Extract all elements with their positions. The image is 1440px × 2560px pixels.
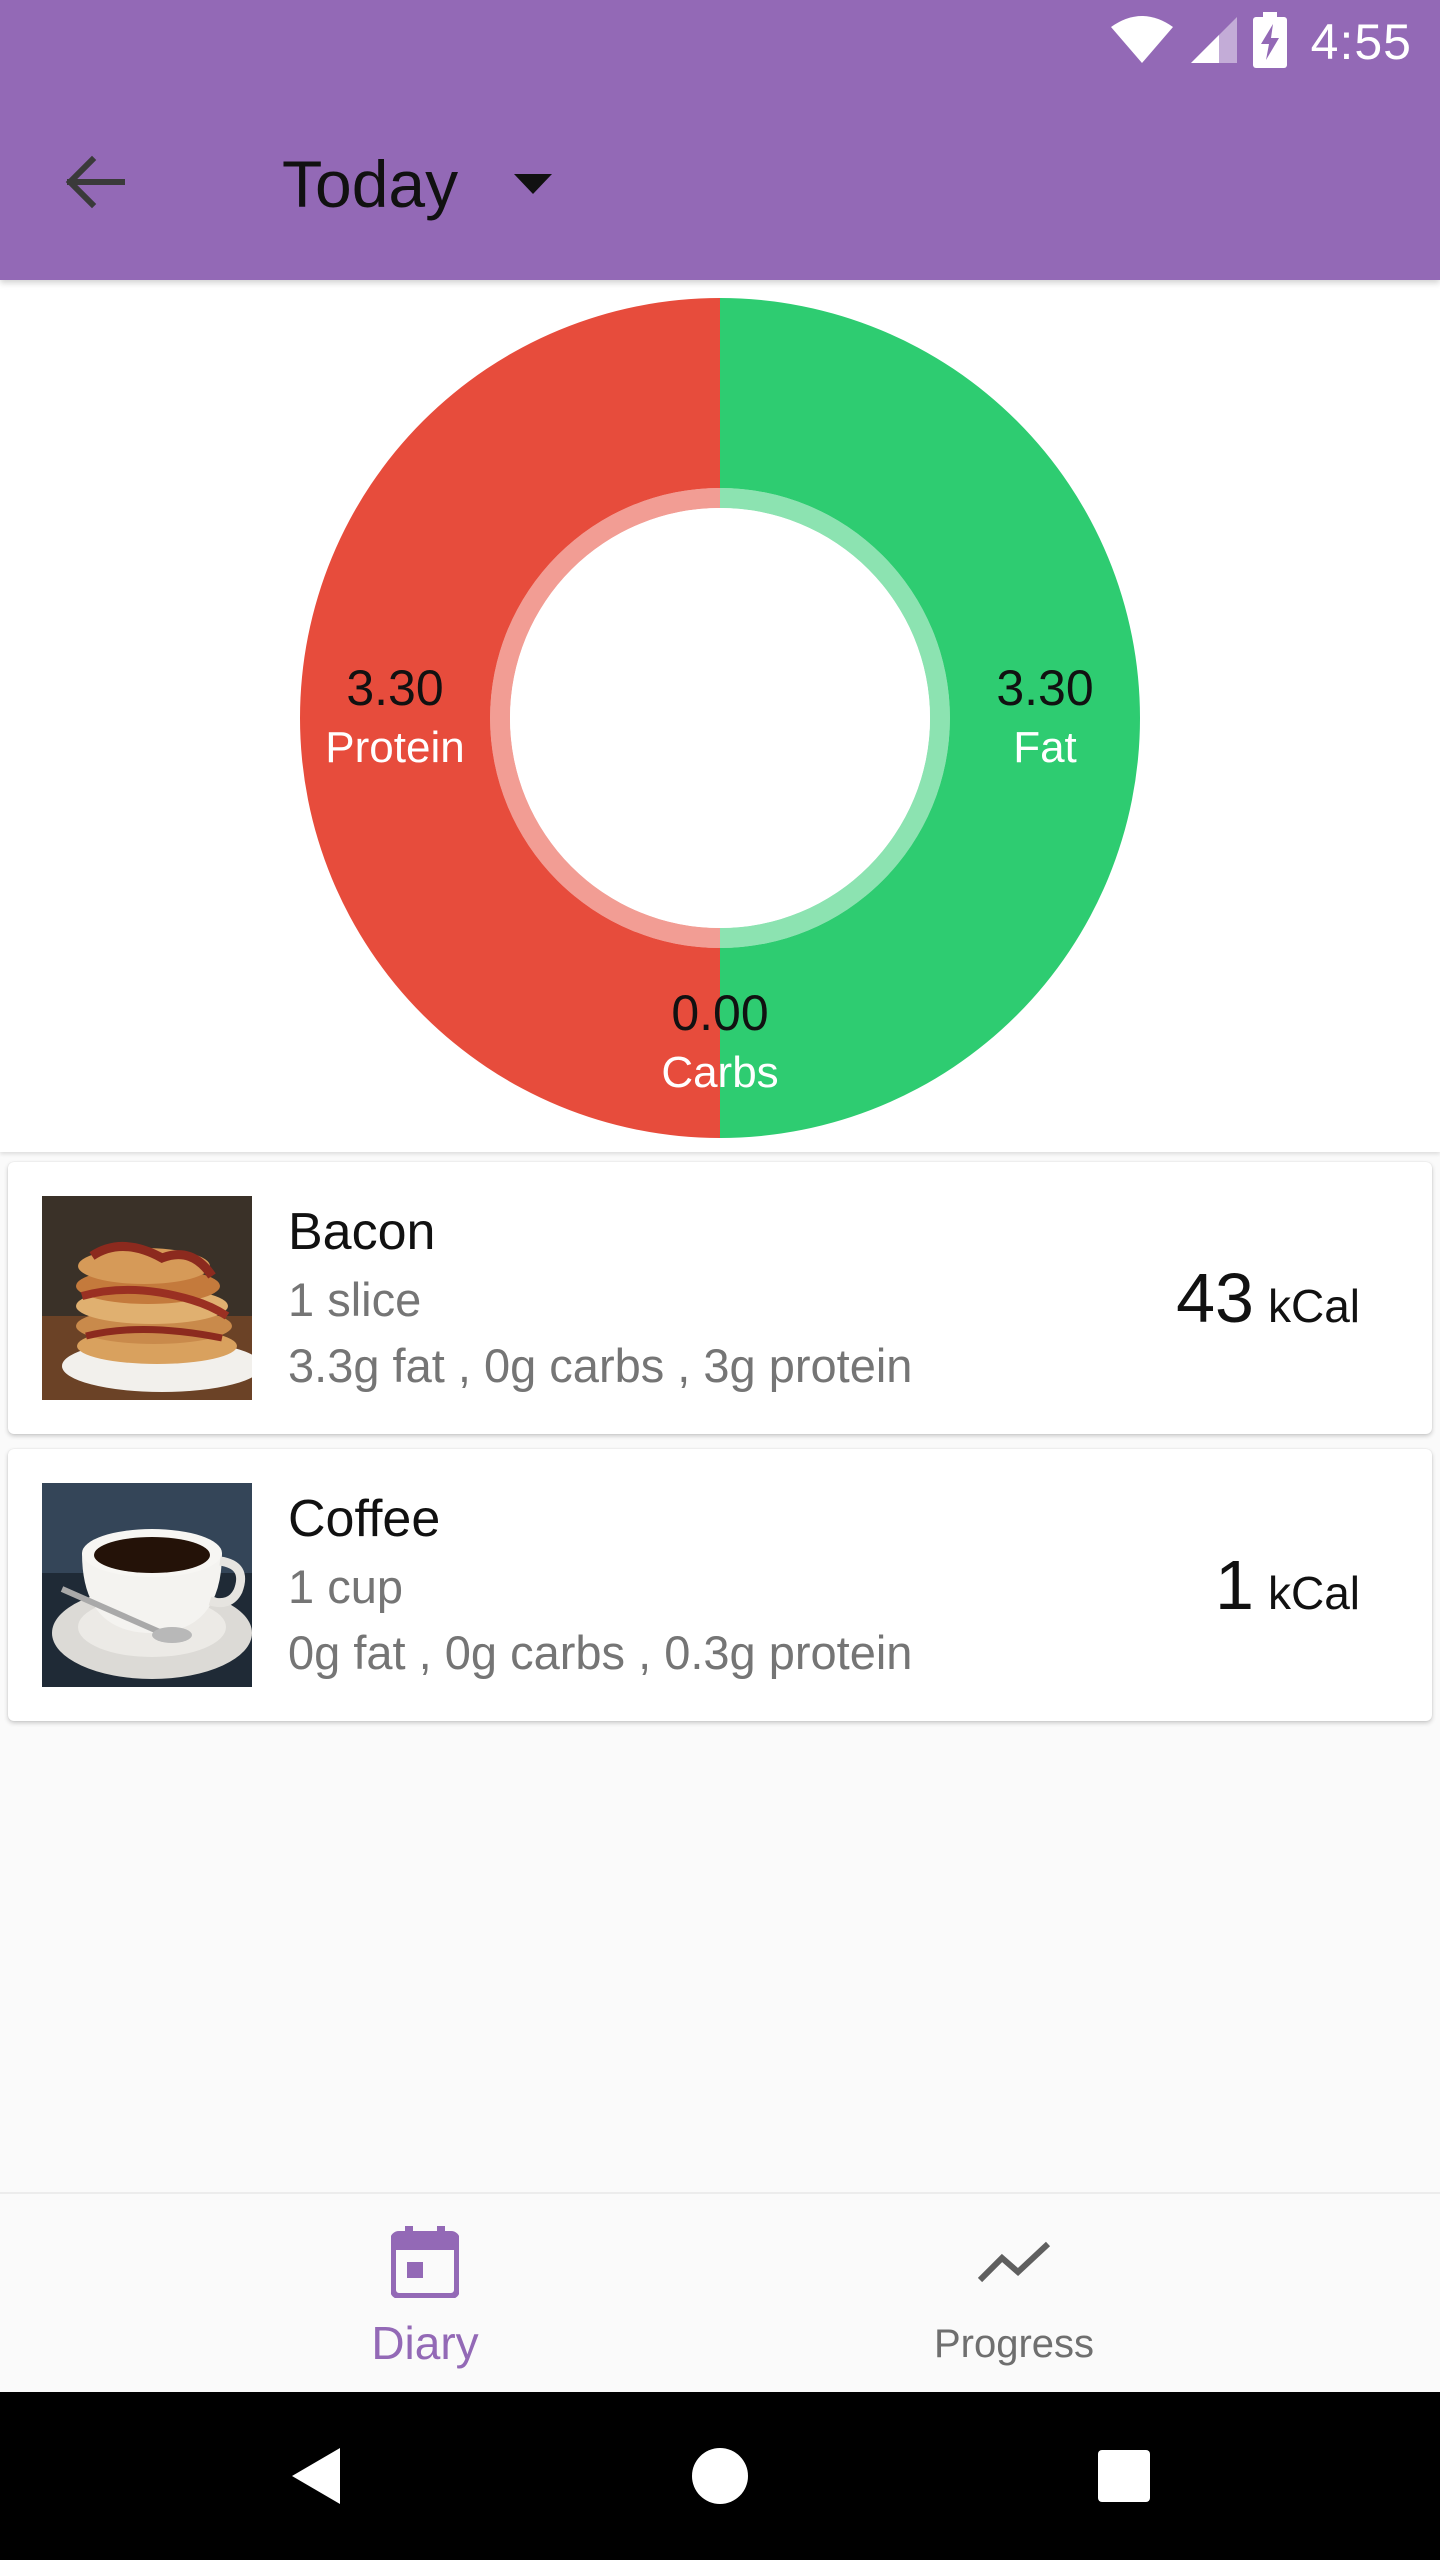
coffee-cup-photo bbox=[42, 1483, 252, 1687]
kcal-value: 1 bbox=[1215, 1546, 1254, 1624]
food-entry-coffee[interactable]: Coffee 1 cup 0g fat , 0g carbs , 0.3g pr… bbox=[8, 1449, 1432, 1721]
bottom-navigation: Diary Progress bbox=[0, 2192, 1440, 2392]
food-calories: 1 kCal bbox=[1215, 1545, 1360, 1625]
status-bar: 4:55 bbox=[0, 0, 1440, 84]
calendar-icon bbox=[391, 2222, 459, 2302]
donut-label-name: Protein bbox=[325, 723, 465, 772]
cellular-signal-icon bbox=[1189, 15, 1239, 70]
bacon-pancakes-photo bbox=[42, 1196, 252, 1400]
food-name: Coffee bbox=[288, 1490, 441, 1548]
food-serving: 1 cup bbox=[288, 1560, 403, 1613]
donut-label-protein: 3.30 Protein bbox=[275, 658, 515, 778]
battery-charging-icon bbox=[1252, 11, 1287, 73]
nav-item-diary[interactable]: Diary bbox=[225, 2194, 625, 2394]
donut-center-hole bbox=[510, 508, 930, 928]
caret-down-icon bbox=[514, 174, 553, 194]
donut-label-carbs: 0.00 Carbs bbox=[600, 983, 840, 1103]
food-macros: 3.3g fat , 0g carbs , 3g protein bbox=[288, 1339, 913, 1392]
screen: 4:55 Today 3.30 Fat 0.00 Carbs 3.30 Prot… bbox=[0, 0, 1440, 2560]
toolbar: Today bbox=[0, 84, 1440, 280]
date-label: Today bbox=[282, 147, 459, 221]
nav-label: Diary bbox=[371, 2317, 479, 2369]
donut-label-fat: 3.30 Fat bbox=[925, 658, 1165, 778]
kcal-unit: kCal bbox=[1267, 1280, 1360, 1332]
food-calories: 43 kCal bbox=[1176, 1258, 1360, 1338]
donut-label-name: Fat bbox=[1013, 723, 1077, 772]
home-circle-icon[interactable] bbox=[680, 2436, 760, 2516]
back-triangle-icon[interactable] bbox=[276, 2436, 356, 2516]
system-navigation-bar bbox=[0, 2392, 1440, 2560]
donut-label-name: Carbs bbox=[661, 1048, 779, 1097]
kcal-unit: kCal bbox=[1267, 1567, 1360, 1619]
macro-chart-card: 3.30 Fat 0.00 Carbs 3.30 Protein bbox=[0, 280, 1440, 1152]
app-bar: 4:55 Today bbox=[0, 0, 1440, 280]
wifi-icon bbox=[1109, 15, 1175, 70]
recents-square-icon[interactable] bbox=[1084, 2436, 1164, 2516]
back-button[interactable] bbox=[52, 142, 136, 226]
status-icons: 4:55 bbox=[1109, 10, 1412, 74]
donut-label-value: 3.30 bbox=[346, 660, 444, 716]
arrow-back-icon bbox=[62, 154, 126, 215]
kcal-value: 43 bbox=[1176, 1259, 1254, 1337]
status-time: 4:55 bbox=[1310, 14, 1412, 70]
nav-label: Progress bbox=[933, 2322, 1095, 2366]
donut-label-value: 0.00 bbox=[671, 985, 769, 1041]
donut-label-value: 3.30 bbox=[996, 660, 1094, 716]
trending-up-icon bbox=[978, 2222, 1050, 2302]
food-serving: 1 slice bbox=[288, 1273, 422, 1326]
food-macros: 0g fat , 0g carbs , 0.3g protein bbox=[288, 1626, 913, 1679]
nav-item-progress[interactable]: Progress bbox=[814, 2194, 1214, 2394]
food-name: Bacon bbox=[288, 1203, 436, 1261]
food-entry-bacon[interactable]: Bacon 1 slice 3.3g fat , 0g carbs , 3g p… bbox=[8, 1162, 1432, 1434]
date-dropdown[interactable]: Today bbox=[282, 124, 553, 244]
